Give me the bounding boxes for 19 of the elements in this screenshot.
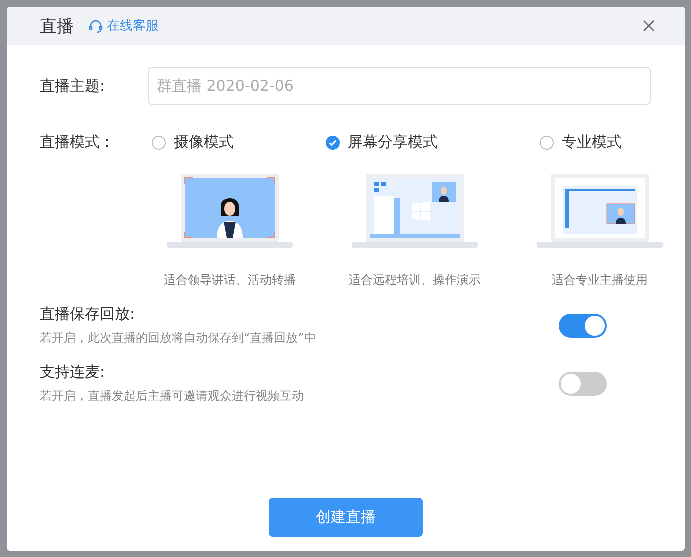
mode-radio[interactable]: 屏幕分享模式 [326, 133, 438, 152]
setting-description: 若开启，此次直播的回放将自动保存到“直播回放”中 [40, 330, 316, 347]
toggle-switch[interactable] [559, 314, 607, 338]
mode-caption: 适合专业主播使用 [552, 272, 648, 289]
headset-icon [88, 18, 104, 34]
toggle-switch[interactable] [559, 372, 607, 396]
setting-title: 支持连麦: [40, 363, 106, 382]
setting-title: 直播保存回放: [40, 305, 136, 324]
mode-caption: 适合领导讲话、活动转播 [164, 272, 296, 289]
check-icon [328, 138, 338, 148]
topic-label: 直播主题: [40, 76, 106, 96]
topic-field[interactable]: 群直播 2020-02-06 [148, 67, 651, 105]
close-icon[interactable] [643, 20, 655, 32]
mode-label: 直播模式 : [40, 133, 111, 152]
dialog-title: 直播 [40, 16, 74, 38]
mode-radio[interactable]: 摄像模式 [152, 133, 234, 152]
mode-radio[interactable]: 专业模式 [540, 133, 622, 152]
setting-description: 若开启，直播发起后主播可邀请观众进行视频互动 [40, 388, 304, 405]
mode-caption: 适合远程培训、操作演示 [349, 272, 481, 289]
